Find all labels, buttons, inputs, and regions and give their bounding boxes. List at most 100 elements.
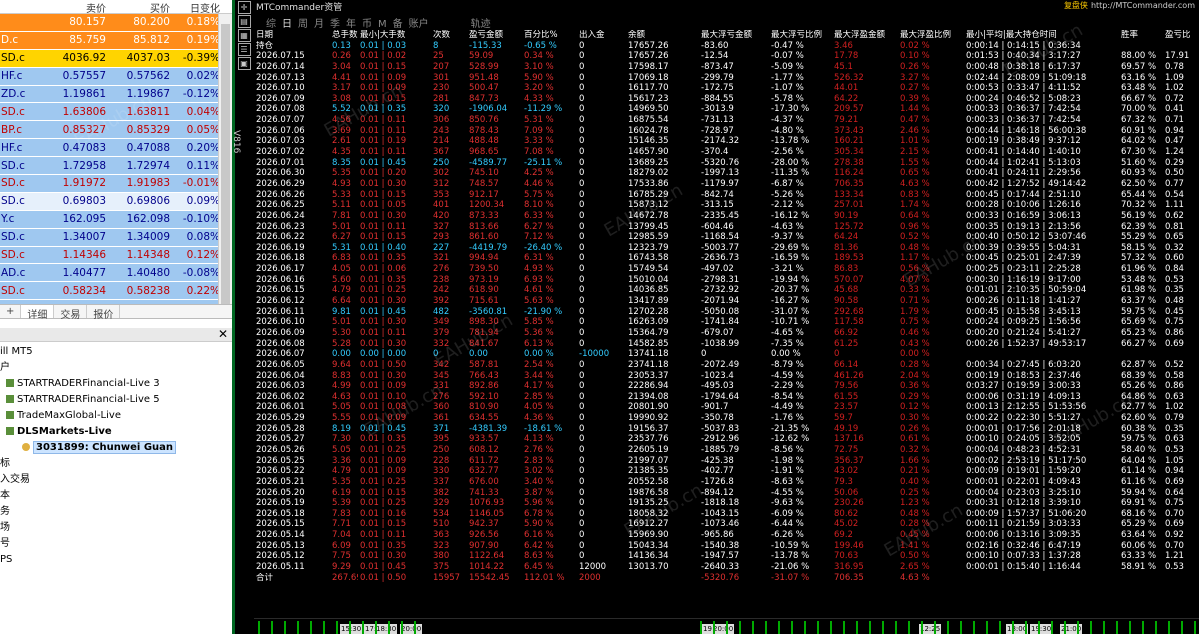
table-row[interactable]: 2026.06.05 9.64 0.01 | 0.50 342 587.81 2.54 %… bbox=[254, 360, 1199, 371]
navigator-item[interactable]: 入交易 bbox=[0, 472, 232, 488]
navigator-item[interactable]: 场 bbox=[0, 520, 232, 536]
table-row[interactable]: 合计 267.690.01 | 0.50 15957 15542.45 112.01 %… bbox=[254, 573, 1199, 584]
settings-icon[interactable]: ▤ bbox=[237, 15, 251, 28]
col-header-symbol[interactable] bbox=[0, 0, 46, 13]
table-row[interactable]: 2026.06.25 5.11 0.01 | 0.05 401 1200.34 8.10 … bbox=[254, 200, 1199, 211]
table-row[interactable]: 2026.06.16 5.60 0.01 | 0.35 238 973.19 6.93 %… bbox=[254, 275, 1199, 286]
navigator-item[interactable]: 本 bbox=[0, 488, 232, 504]
table-row[interactable]: 2026.06.01 5.05 0.01 | 0.08 360 810.90 4.05 %… bbox=[254, 402, 1199, 413]
period-tab[interactable]: 日 bbox=[282, 19, 292, 30]
column-header[interactable]: 最大浮盈金额 bbox=[832, 30, 898, 41]
market-watch-row[interactable]: HF.c 0.57557 0.57562 0.02% bbox=[0, 67, 232, 86]
crosshair-icon[interactable]: ✛ bbox=[237, 1, 251, 14]
table-row[interactable]: 2026.06.02 4.63 0.01 | 0.10 276 592.10 2.85 %… bbox=[254, 392, 1199, 403]
table-row[interactable]: 持仓 0.13 0.01 | 0.03 8 -115.33 -0.65 % 0 17657.2… bbox=[254, 41, 1199, 52]
market-watch-row[interactable]: SD.c 4036.92 4037.03 -0.39% bbox=[0, 49, 232, 68]
table-row[interactable]: 2026.06.18 6.83 0.01 | 0.35 321 994.94 6.31 %… bbox=[254, 253, 1199, 264]
column-header[interactable]: 最小|大手数 bbox=[358, 30, 431, 41]
column-header[interactable]: 百分比% bbox=[522, 30, 577, 41]
table-row[interactable]: 2026.05.28 8.19 0.01 | 0.45 371 -4381.39 -18.… bbox=[254, 424, 1199, 435]
period-tab[interactable]: 年 bbox=[346, 19, 356, 30]
table-row[interactable]: 2026.06.08 5.28 0.01 | 0.30 332 841.67 6.13 %… bbox=[254, 339, 1199, 350]
period-tab[interactable]: 月 bbox=[314, 19, 324, 30]
column-header[interactable]: 次数 bbox=[431, 30, 467, 41]
table-row[interactable]: 2026.06.07 0.00 0.00 | 0.00 0 0.00 0.00 % -100… bbox=[254, 349, 1199, 360]
market-watch-row[interactable]: SD.c 1.63806 1.63811 0.04% bbox=[0, 103, 232, 122]
column-header[interactable]: 出入金 bbox=[577, 30, 626, 41]
image-icon[interactable]: ▣ bbox=[237, 57, 251, 70]
column-header[interactable]: 最小|平均|最大持仓时间 bbox=[964, 30, 1119, 41]
table-row[interactable]: 2026.05.19 5.39 0.01 | 0.25 329 1076.93 5.96 … bbox=[254, 498, 1199, 509]
table-row[interactable]: 2026.07.02 4.35 0.01 | 0.11 367 968.65 7.08 %… bbox=[254, 147, 1199, 158]
navigator-item[interactable]: 务 bbox=[0, 504, 232, 520]
market-watch-scrollbar[interactable] bbox=[218, 14, 232, 304]
column-header[interactable]: 最大浮亏比例 bbox=[769, 30, 832, 41]
scrollbar-thumb[interactable] bbox=[221, 24, 230, 304]
table-row[interactable]: 2026.06.23 5.01 0.01 | 0.11 327 813.66 6.27 %… bbox=[254, 222, 1199, 233]
table-row[interactable]: 2026.06.11 9.81 0.01 | 0.45 482 -3560.81 -21.… bbox=[254, 307, 1199, 318]
col-header-ask[interactable]: 买价 bbox=[110, 0, 174, 15]
navigator-item[interactable]: 标 bbox=[0, 456, 232, 472]
grid-icon[interactable]: ▦ bbox=[237, 29, 251, 42]
market-watch-row[interactable]: AD.c 1.40477 1.40480 -0.08% bbox=[0, 264, 232, 283]
period-tab[interactable]: 周 bbox=[298, 19, 308, 30]
list-icon[interactable]: ☰ bbox=[237, 43, 251, 56]
market-watch-row[interactable]: SD.c 1.72958 1.72974 0.11% bbox=[0, 157, 232, 176]
table-row[interactable]: 2026.05.27 7.30 0.01 | 0.35 395 933.57 4.13 %… bbox=[254, 434, 1199, 445]
table-row[interactable]: 2026.05.18 7.83 0.01 | 0.16 534 1146.05 6.78 … bbox=[254, 509, 1199, 520]
navigator-item[interactable]: STARTRADERFinancial-Live 3 bbox=[0, 376, 232, 392]
table-row[interactable]: 2026.06.22 6.27 0.01 | 0.15 293 861.60 7.12 %… bbox=[254, 232, 1199, 243]
column-header[interactable]: 盈亏金额 bbox=[467, 30, 522, 41]
table-row[interactable]: 2026.05.25 3.36 0.01 | 0.09 228 611.72 2.83 %… bbox=[254, 456, 1199, 467]
period-tab[interactable]: 账户 bbox=[409, 19, 429, 30]
table-row[interactable]: 2026.07.08 5.52 0.01 | 0.35 320 -1906.04 -11.… bbox=[254, 104, 1199, 115]
table-row[interactable]: 2026.07.03 2.61 0.01 | 0.19 214 488.48 3.33 %… bbox=[254, 136, 1199, 147]
table-row[interactable]: 2026.05.21 5.35 0.01 | 0.25 337 676.00 3.40 %… bbox=[254, 477, 1199, 488]
table-row[interactable]: 2026.07.01 8.35 0.01 | 0.45 250 -4589.77 -25.… bbox=[254, 158, 1199, 169]
table-row[interactable]: 2026.05.12 7.75 0.01 | 0.30 380 1122.64 8.63 … bbox=[254, 551, 1199, 562]
column-header[interactable]: 最大浮盈比例 bbox=[898, 30, 964, 41]
tab-quotes[interactable]: 报价 bbox=[87, 305, 121, 321]
tab-details[interactable]: 详细 bbox=[21, 305, 55, 321]
table-row[interactable]: 2026.06.10 5.01 0.01 | 0.30 349 898.30 5.85 %… bbox=[254, 317, 1199, 328]
trajectory-tab[interactable]: 轨迹 bbox=[471, 19, 491, 30]
navigator-item[interactable]: 3031899: Chunwei Guan bbox=[0, 440, 232, 456]
column-header[interactable]: 最大浮亏金额 bbox=[699, 30, 769, 41]
table-row[interactable]: 2026.05.14 7.04 0.01 | 0.11 363 926.56 6.16 %… bbox=[254, 530, 1199, 541]
website-link[interactable]: http://MTCommander.com bbox=[1091, 1, 1195, 10]
table-row[interactable]: 2026.07.10 3.17 0.01 | 0.09 230 500.47 3.20 %… bbox=[254, 83, 1199, 94]
market-watch-row[interactable]: D.c 85.759 85.812 0.19% bbox=[0, 31, 232, 50]
table-row[interactable]: 2026.06.15 4.79 0.01 | 0.25 242 618.90 4.61 %… bbox=[254, 285, 1199, 296]
market-watch-row[interactable]: BP.c 0.85327 0.85329 0.05% bbox=[0, 121, 232, 140]
table-row[interactable]: 2026.05.13 6.09 0.01 | 0.35 323 907.90 6.42 %… bbox=[254, 541, 1199, 552]
table-row[interactable]: 2026.07.09 3.08 0.01 | 0.15 281 847.73 4.33 %… bbox=[254, 94, 1199, 105]
table-row[interactable]: 2026.06.09 5.30 0.01 | 0.11 379 781.94 5.36 %… bbox=[254, 328, 1199, 339]
table-row[interactable]: 2026.06.29 4.93 0.01 | 0.30 312 748.57 4.46 %… bbox=[254, 179, 1199, 190]
table-row[interactable]: 2026.05.15 7.71 0.01 | 0.15 510 942.37 5.90 %… bbox=[254, 519, 1199, 530]
period-tab[interactable]: 综 bbox=[266, 19, 276, 30]
close-icon[interactable]: ✕ bbox=[218, 327, 228, 341]
table-row[interactable]: 2026.05.29 5.55 0.01 | 0.09 361 634.55 4.36 %… bbox=[254, 413, 1199, 424]
table-row[interactable]: 2026.06.04 8.83 0.01 | 0.30 345 766.43 3.44 %… bbox=[254, 371, 1199, 382]
table-row[interactable]: 2026.05.22 4.79 0.01 | 0.09 330 632.77 3.02 %… bbox=[254, 466, 1199, 477]
period-tab[interactable]: 季 bbox=[330, 19, 340, 30]
table-row[interactable]: 2026.06.19 5.31 0.01 | 0.40 227 -4419.79 -26.… bbox=[254, 243, 1199, 254]
market-watch-row[interactable]: HF.c 0.47083 0.47088 0.20% bbox=[0, 139, 232, 158]
tab-trading[interactable]: 交易 bbox=[54, 305, 88, 321]
table-row[interactable]: 2026.07.13 4.41 0.01 | 0.09 301 951.48 5.90 %… bbox=[254, 73, 1199, 84]
market-watch-row[interactable]: SD.c 1.14346 1.14348 0.12% bbox=[0, 246, 232, 265]
column-header[interactable]: 日期 bbox=[254, 30, 330, 41]
table-row[interactable]: 2026.06.24 7.81 0.01 | 0.30 420 873.33 6.33 %… bbox=[254, 211, 1199, 222]
market-watch-row[interactable]: 80.157 80.200 0.18% bbox=[0, 14, 232, 32]
column-header[interactable]: 胜率 bbox=[1119, 30, 1163, 41]
col-header-change[interactable]: 日变化 bbox=[174, 0, 224, 15]
navigator-item[interactable]: DLSMarkets-Live bbox=[0, 424, 232, 440]
navigator-item[interactable]: ill MT5 bbox=[0, 344, 232, 360]
tab-symbols[interactable]: + bbox=[0, 305, 22, 318]
market-watch-row[interactable]: SD.c 1.34007 1.34009 0.08% bbox=[0, 228, 232, 247]
navigator-item[interactable]: 户 bbox=[0, 360, 232, 376]
navigator-item[interactable]: TradeMaxGlobal-Live bbox=[0, 408, 232, 424]
navigator-item[interactable]: PS bbox=[0, 552, 232, 568]
market-watch-row[interactable]: ZD.c 1.19861 1.19867 -0.12% bbox=[0, 85, 232, 104]
column-header[interactable]: 总手数 bbox=[330, 30, 358, 41]
